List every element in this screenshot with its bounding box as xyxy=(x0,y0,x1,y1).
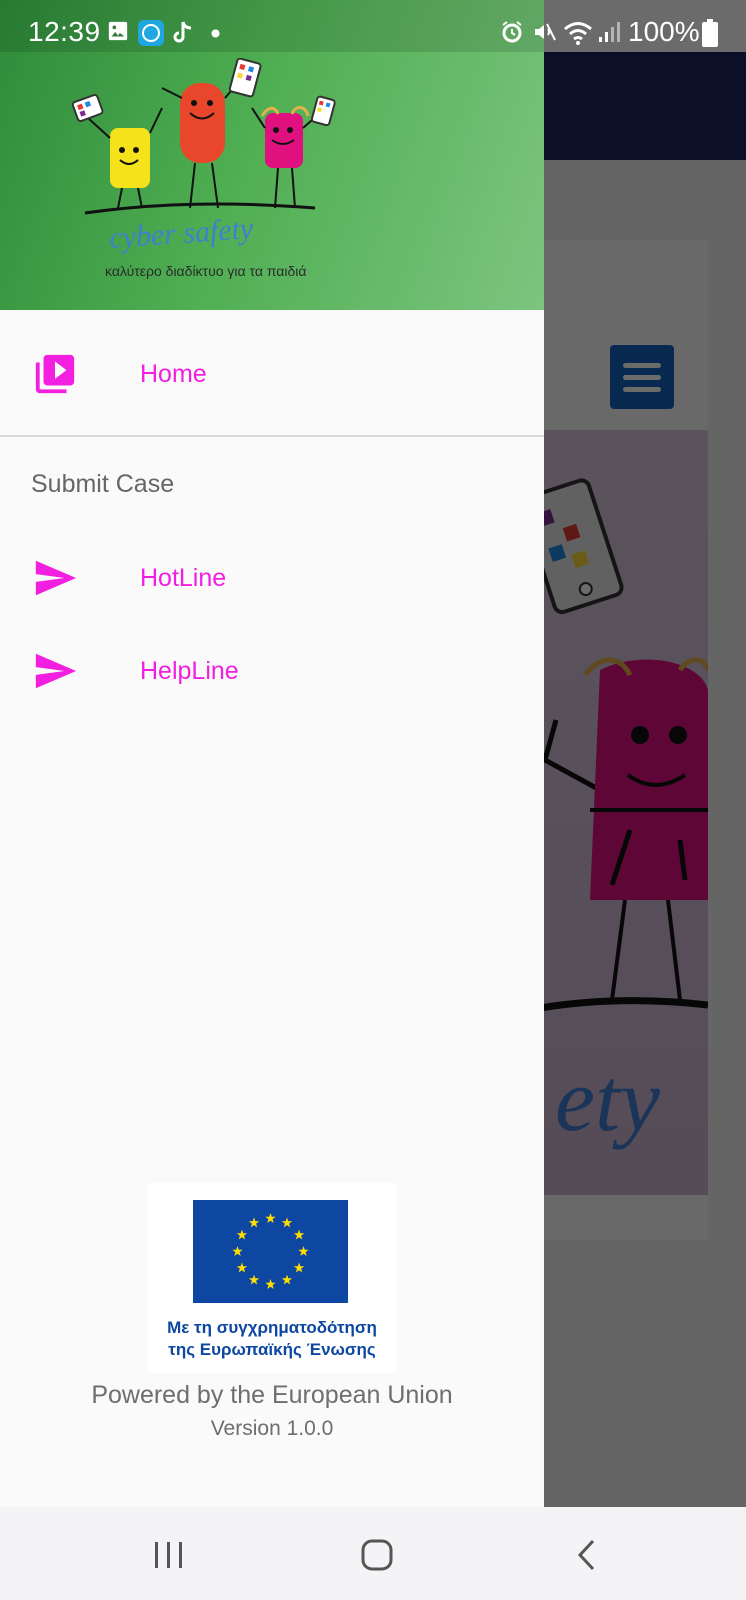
drawer-item-home-label: Home xyxy=(140,359,207,388)
eu-star xyxy=(293,1229,305,1240)
back-icon xyxy=(577,1539,595,1571)
drawer-item-helpline[interactable]: HelpLine xyxy=(0,627,544,715)
status-time: 12:39 xyxy=(28,16,101,47)
eu-star xyxy=(293,1262,305,1273)
tiktok-icon xyxy=(173,21,192,43)
send-icon xyxy=(35,653,77,689)
battery-icon xyxy=(702,19,718,47)
battery-percent: 100% xyxy=(628,16,700,47)
recents-icon xyxy=(155,1542,182,1568)
eu-funding-logo: Με τη συγχρηματοδότηση της Ευρωπαϊκής Έν… xyxy=(148,1183,396,1373)
drawer-divider xyxy=(0,435,544,437)
eu-star xyxy=(265,1213,276,1223)
box-app-icon xyxy=(138,20,164,46)
drawer-item-hotline-label: HotLine xyxy=(140,563,227,592)
drawer-item-helpline-label: HelpLine xyxy=(140,656,239,685)
navigation-drawer: cyber safety καλύτερο διαδίκτυο για τα π… xyxy=(0,0,544,1507)
home-button[interactable] xyxy=(355,1533,399,1577)
alarm-icon xyxy=(502,21,522,43)
eu-star xyxy=(265,1279,276,1289)
cyber-safety-logo: cyber safety καλύτερο διαδίκτυο για τα π… xyxy=(70,57,360,288)
wifi-icon xyxy=(564,22,592,45)
eu-star xyxy=(232,1246,243,1256)
eu-star xyxy=(281,1274,293,1285)
version-text: Version 1.0.0 xyxy=(210,1417,334,1440)
eu-caption: Με τη συγχρηματοδότηση της Ευρωπαϊκής Έν… xyxy=(148,1317,396,1361)
eu-caption-line2: της Ευρωπαϊκής Ένωσης xyxy=(168,1340,376,1359)
status-bar: 12:39 100% xyxy=(0,0,746,66)
logo-title: cyber safety xyxy=(108,212,255,255)
gallery-icon xyxy=(108,21,128,41)
drawer-item-hotline[interactable]: HotLine xyxy=(0,534,544,622)
home-icon xyxy=(361,1539,393,1571)
dot-icon xyxy=(211,29,220,38)
eu-star xyxy=(298,1246,309,1256)
eu-flag-icon xyxy=(193,1200,348,1303)
send-icon xyxy=(35,560,77,596)
back-button[interactable] xyxy=(565,1533,609,1577)
submit-case-section-title: Submit Case xyxy=(31,470,175,498)
eu-star xyxy=(236,1262,248,1273)
recents-button[interactable] xyxy=(147,1533,191,1577)
eu-caption-line1: Με τη συγχρηματοδότηση xyxy=(167,1318,377,1337)
eu-star xyxy=(248,1217,260,1228)
powered-by-text: Powered by the European Union xyxy=(91,1381,453,1409)
eu-star xyxy=(281,1217,293,1228)
signal-icon xyxy=(599,22,620,42)
mute-icon xyxy=(535,23,556,41)
logo-tagline: καλύτερο διαδίκτυο για τα παιδιά xyxy=(105,263,307,279)
system-navigation-bar xyxy=(0,1507,746,1600)
video-library-icon xyxy=(35,354,75,394)
eu-star xyxy=(236,1229,248,1240)
eu-star xyxy=(248,1274,260,1285)
drawer-item-home[interactable]: Home xyxy=(0,330,544,418)
